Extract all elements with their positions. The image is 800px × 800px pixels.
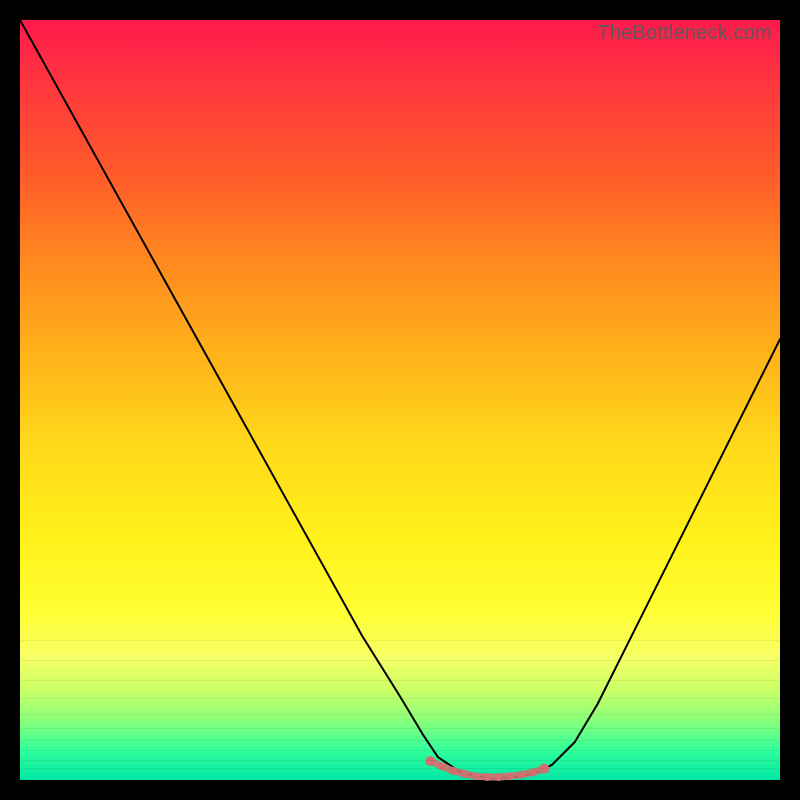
- marker-dot: [472, 772, 480, 780]
- marker-dot: [518, 771, 526, 779]
- curve-line: [20, 20, 780, 778]
- marker-dot: [438, 762, 446, 770]
- marker-dot: [425, 756, 435, 766]
- bottleneck-curve: [20, 20, 780, 780]
- gradient-band: [20, 698, 780, 699]
- gradient-band: [20, 714, 780, 715]
- gradient-band: [20, 640, 780, 641]
- marker-dot: [506, 772, 514, 780]
- gradient-band: [20, 750, 780, 751]
- marker-dot: [461, 770, 469, 778]
- gradient-band: [20, 768, 780, 769]
- marker-dot: [495, 773, 503, 781]
- gradient-band: [20, 728, 780, 729]
- marker-dot: [483, 773, 491, 781]
- chart-frame: TheBottleneck.com: [0, 0, 800, 800]
- marker-dot: [529, 768, 537, 776]
- gradient-band: [20, 740, 780, 741]
- gradient-band: [20, 680, 780, 681]
- gradient-band: [20, 760, 780, 761]
- plot-area: TheBottleneck.com: [20, 20, 780, 780]
- gradient-band: [20, 660, 780, 661]
